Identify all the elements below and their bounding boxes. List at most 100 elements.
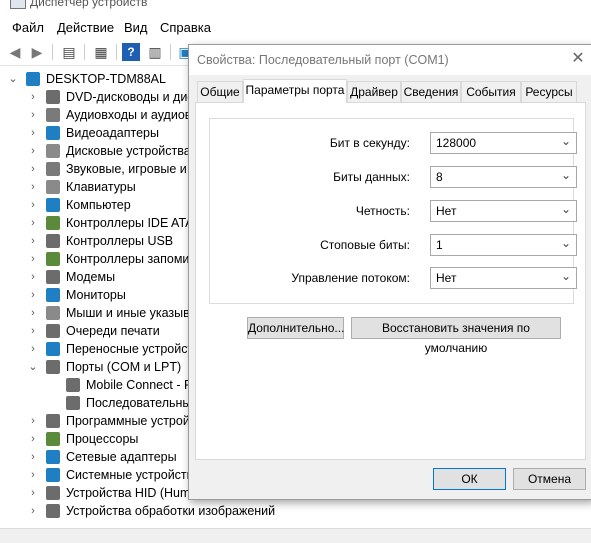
ok-button[interactable]: ОК	[433, 468, 506, 490]
chevron-right-icon[interactable]: ›	[28, 304, 38, 322]
chevron-right-icon[interactable]: ›	[28, 88, 38, 106]
chevron-right-icon[interactable]: ›	[28, 268, 38, 286]
menu-action[interactable]: Действие	[57, 20, 114, 35]
chevron-right-icon[interactable]: ›	[28, 142, 38, 160]
menubar: Файл Действие Вид Справка	[0, 15, 591, 39]
modem-icon	[46, 270, 60, 284]
tab-general[interactable]: Общие	[197, 81, 243, 102]
baud-rate-label: Бит в секунду:	[329, 136, 410, 150]
tree-item-label: Дисковые устройства	[66, 144, 191, 158]
hid-icon	[46, 486, 60, 500]
tree-item-label: Устройства обработки изображений	[66, 504, 276, 518]
flow-control-select[interactable]: Нет ⌄	[430, 267, 577, 289]
help-icon[interactable]: ?	[122, 43, 140, 61]
chevron-right-icon[interactable]: ›	[28, 340, 38, 358]
display-adapter-icon	[46, 126, 60, 140]
dm-title: Диспетчер устройств	[30, 0, 148, 9]
network-adapter-icon	[46, 450, 60, 464]
tab-events[interactable]: События	[461, 81, 521, 102]
advanced-button[interactable]: Дополнительно...	[247, 317, 344, 339]
computer-icon	[26, 72, 40, 86]
portable-device-icon	[46, 342, 60, 356]
chevron-right-icon[interactable]: ›	[28, 178, 38, 196]
tree-item-label: Компьютер	[66, 198, 131, 212]
tree-item-label: Сетевые адаптеры	[66, 450, 177, 464]
chevron-down-icon: ⌄	[560, 134, 571, 148]
chevron-down-icon[interactable]: ⌄	[8, 70, 18, 88]
chevron-right-icon[interactable]: ›	[28, 322, 38, 340]
tree-item-label: Переносные устройства	[66, 342, 207, 356]
storage-controller-icon	[46, 252, 60, 266]
close-icon[interactable]: ✕	[570, 50, 586, 68]
parity-value: Нет	[436, 204, 457, 218]
chevron-right-icon[interactable]: ›	[28, 448, 38, 466]
stop-bits-label: Стоповые биты:	[320, 238, 410, 252]
parity-select[interactable]: Нет ⌄	[430, 200, 577, 222]
chevron-right-icon[interactable]: ›	[28, 106, 38, 124]
chevron-right-icon[interactable]: ›	[28, 160, 38, 178]
tab-port-settings[interactable]: Параметры порта	[243, 79, 347, 103]
port-icon	[66, 378, 80, 392]
chevron-down-icon: ⌄	[560, 269, 571, 283]
data-bits-value: 8	[436, 170, 443, 184]
chevron-right-icon[interactable]: ›	[28, 286, 38, 304]
chevron-right-icon[interactable]: ›	[28, 196, 38, 214]
back-arrow-icon[interactable]: ◀	[6, 43, 24, 61]
chevron-right-icon[interactable]: ›	[28, 232, 38, 250]
camera-icon	[46, 504, 60, 518]
chevron-right-icon[interactable]: ›	[28, 124, 38, 142]
view-icon[interactable]: ▥	[146, 43, 164, 61]
dialog-title: Свойства: Последовательный порт (COM1)	[197, 53, 449, 67]
tree-item-label: Порты (COM и LPT)	[66, 360, 182, 374]
data-bits-label: Биты данных:	[333, 170, 410, 184]
tree-item-label: Видеоадаптеры	[66, 126, 159, 140]
software-device-icon	[46, 414, 60, 428]
menu-help[interactable]: Справка	[160, 20, 211, 35]
properties-icon[interactable]: ▤	[60, 43, 78, 61]
dialog-titlebar: Свойства: Последовательный порт (COM1) ✕	[189, 45, 591, 75]
properties-dialog: Свойства: Последовательный порт (COM1) ✕…	[188, 44, 591, 500]
chevron-right-icon[interactable]: ›	[28, 412, 38, 430]
processor-icon	[46, 432, 60, 446]
tab-driver[interactable]: Драйвер	[347, 81, 401, 102]
monitor-icon	[46, 288, 60, 302]
forward-arrow-icon[interactable]: ▶	[28, 43, 46, 61]
sound-icon	[46, 162, 60, 176]
tree-item-label: Системные устройства	[66, 468, 201, 482]
tree-root[interactable]: ⌄ DESKTOP-TDM88AL	[0, 70, 200, 88]
tree-item-label: Контроллеры USB	[66, 234, 174, 248]
chevron-right-icon[interactable]: ›	[28, 466, 38, 484]
cancel-button[interactable]: Отмена	[513, 468, 586, 490]
baud-rate-value: 128000	[436, 136, 477, 150]
tree-item-label: Модемы	[66, 270, 116, 284]
chevron-down-icon: ⌄	[560, 236, 571, 250]
menu-file[interactable]: Файл	[12, 20, 44, 35]
chevron-down-icon[interactable]: ⌄	[28, 358, 38, 376]
keyboard-icon	[46, 180, 60, 194]
baud-rate-select[interactable]: 128000 ⌄	[430, 132, 577, 154]
restore-defaults-button[interactable]: Восстановить значения по умолчанию	[351, 317, 561, 355]
system-device-icon	[46, 468, 60, 482]
list-icon[interactable]: ▦	[92, 43, 110, 61]
port-icon	[66, 396, 80, 410]
data-bits-select[interactable]: 8 ⌄	[430, 166, 577, 188]
chevron-right-icon[interactable]: ›	[28, 502, 38, 520]
tree-item-label: Клавиатуры	[66, 180, 136, 194]
chevron-right-icon[interactable]: ›	[28, 430, 38, 448]
computer-icon	[46, 198, 60, 212]
tab-panel: Бит в секунду: 128000 ⌄ Биты данных: 8 ⌄…	[195, 102, 586, 460]
stop-bits-select[interactable]: 1 ⌄	[430, 234, 577, 256]
tab-details[interactable]: Сведения	[401, 81, 461, 102]
chevron-down-icon: ⌄	[560, 202, 571, 216]
ide-controller-icon	[46, 216, 60, 230]
tree-category[interactable]: › Устройства обработки изображений	[0, 502, 591, 520]
flow-control-value: Нет	[436, 271, 457, 285]
chevron-right-icon[interactable]: ›	[28, 214, 38, 232]
tab-resources[interactable]: Ресурсы	[521, 81, 577, 102]
horizontal-scrollbar[interactable]	[0, 528, 591, 543]
chevron-right-icon[interactable]: ›	[28, 250, 38, 268]
chevron-right-icon[interactable]: ›	[28, 484, 38, 502]
usb-icon	[46, 234, 60, 248]
menu-view[interactable]: Вид	[124, 20, 148, 35]
speaker-icon	[46, 108, 60, 122]
